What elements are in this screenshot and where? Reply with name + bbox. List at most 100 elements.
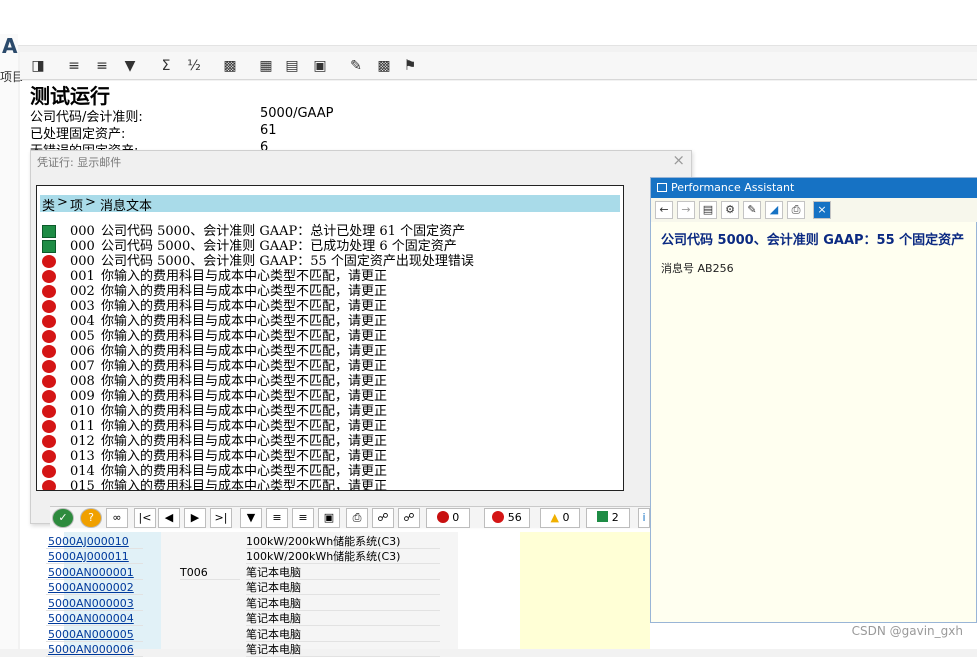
- back-icon[interactable]: ←: [655, 201, 673, 219]
- confirm-icon[interactable]: ✓: [52, 508, 74, 528]
- info-icon[interactable]: i: [638, 508, 650, 528]
- detail-icon[interactable]: ◨: [28, 56, 48, 76]
- header-type[interactable]: 类: [42, 195, 55, 214]
- assistant-titlebar: Performance Assistant: [651, 178, 977, 198]
- list-item[interactable]: 013 你输入的费用科目与成本中心类型不匹配，请更正: [37, 449, 623, 464]
- glasses-icon[interactable]: ∞: [106, 508, 128, 528]
- table-row-key[interactable]: 5000AN000004: [46, 611, 143, 626]
- print-icon[interactable]: ⎙: [787, 201, 805, 219]
- list-item[interactable]: 008 你输入的费用科目与成本中心类型不匹配，请更正: [37, 374, 623, 389]
- long-text-icon[interactable]: ✎: [743, 201, 761, 219]
- table-row-key[interactable]: 5000AN000001: [46, 565, 143, 580]
- success-filter-button[interactable]: 2: [586, 508, 630, 528]
- message-number: 008: [70, 374, 95, 389]
- error-filter-button[interactable]: 56: [484, 508, 530, 528]
- graphic-icon[interactable]: ▩: [374, 56, 394, 76]
- list-item[interactable]: 003 你输入的费用科目与成本中心类型不匹配，请更正: [37, 299, 623, 314]
- layout-icon[interactable]: ▣: [318, 508, 340, 528]
- list-item[interactable]: 000 公司代码 5000、会计准则 GAAP：已成功处理 6 个固定资产: [37, 239, 623, 254]
- select-layout-icon[interactable]: ▣: [310, 56, 330, 76]
- technical-info-icon[interactable]: ▤: [699, 201, 717, 219]
- filter-icon[interactable]: ▼: [120, 56, 140, 76]
- message-number: 010: [70, 404, 95, 419]
- list-item[interactable]: 002 你输入的费用科目与成本中心类型不匹配，请更正: [37, 284, 623, 299]
- first-page-icon[interactable]: |<: [134, 508, 156, 528]
- next-page-icon[interactable]: ▶: [184, 508, 206, 528]
- close-icon[interactable]: ×: [813, 201, 831, 219]
- list-item[interactable]: 010 你输入的费用科目与成本中心类型不匹配，请更正: [37, 404, 623, 419]
- sort-ascending-icon[interactable]: ≡: [64, 56, 84, 76]
- assistant-heading: 公司代码 5000、会计准则 GAAP：55 个固定资产: [661, 233, 965, 248]
- table-row-key[interactable]: 5000AN000005: [46, 627, 143, 642]
- info-icon[interactable]: ⚑: [400, 56, 420, 76]
- error-count: 56: [507, 511, 522, 524]
- table-row-key[interactable]: 5000AN000003: [46, 596, 143, 611]
- error-icon: [42, 420, 56, 433]
- dialog-title: 凭证行: 显示邮件: [37, 156, 122, 169]
- list-item[interactable]: 007 你输入的费用科目与成本中心类型不匹配，请更正: [37, 359, 623, 374]
- list-item[interactable]: 000 公司代码 5000、会计准则 GAAP：55 个固定资产出现处理错误: [37, 254, 623, 269]
- help-icon[interactable]: ?: [80, 508, 102, 528]
- message-number-label: 消息号 AB256: [661, 262, 734, 275]
- print-preview-icon[interactable]: ▩: [220, 56, 240, 76]
- list-item[interactable]: 014 你输入的费用科目与成本中心类型不匹配，请更正: [37, 464, 623, 479]
- message-text: 你输入的费用科目与成本中心类型不匹配，请更正: [101, 314, 388, 329]
- assistant-title: Performance Assistant: [671, 181, 795, 194]
- list-item[interactable]: 006 你输入的费用科目与成本中心类型不匹配，请更正: [37, 344, 623, 359]
- filter-icon[interactable]: ▼: [240, 508, 262, 528]
- layout-icon[interactable]: ▦: [256, 56, 276, 76]
- subtotal-icon[interactable]: ½: [184, 56, 204, 76]
- message-number: 014: [70, 464, 95, 479]
- stop-filter-button[interactable]: 0: [426, 508, 470, 528]
- sort-ascending-icon[interactable]: ≡: [266, 508, 288, 528]
- find-next-icon[interactable]: ☍: [398, 508, 420, 528]
- close-icon[interactable]: ×: [672, 151, 685, 169]
- warning-count: 0: [562, 511, 570, 524]
- last-page-icon[interactable]: >|: [210, 508, 232, 528]
- error-icon: [42, 330, 56, 343]
- header-item[interactable]: 项: [70, 195, 83, 214]
- sort-descending-icon[interactable]: ≡: [92, 56, 112, 76]
- list-item[interactable]: 011 你输入的费用科目与成本中心类型不匹配，请更正: [37, 419, 623, 434]
- table-row-key[interactable]: 5000AN000006: [46, 642, 143, 657]
- list-item[interactable]: 001 你输入的费用科目与成本中心类型不匹配，请更正: [37, 269, 623, 284]
- list-item[interactable]: 004 你输入的费用科目与成本中心类型不匹配，请更正: [37, 314, 623, 329]
- bookmark-icon[interactable]: ◢: [765, 201, 783, 219]
- list-item[interactable]: 012 你输入的费用科目与成本中心类型不匹配，请更正: [37, 434, 623, 449]
- message-number: 000: [70, 224, 95, 239]
- message-number: 003: [70, 299, 95, 314]
- list-item[interactable]: 015 你输入的费用科目与成本中心类型不匹配，请更正: [37, 479, 623, 490]
- list-item[interactable]: 000 公司代码 5000、会计准则 GAAP：总计已处理 61 个固定资产: [37, 224, 623, 239]
- success-icon: [597, 511, 609, 522]
- table-row-key[interactable]: 5000AJ000010: [46, 534, 143, 549]
- message-text: 公司代码 5000、会计准则 GAAP：55 个固定资产出现处理错误: [101, 254, 474, 269]
- table-row-desc: 100kW/200kWh储能系统(C3): [246, 534, 440, 549]
- table-row-key[interactable]: 5000AN000002: [46, 580, 143, 595]
- header-text[interactable]: 消息文本: [100, 195, 152, 214]
- page-title: 测试运行: [30, 84, 110, 108]
- list-item[interactable]: 005 你输入的费用科目与成本中心类型不匹配，请更正: [37, 329, 623, 344]
- message-text: 你输入的费用科目与成本中心类型不匹配，请更正: [101, 434, 388, 449]
- message-log-dialog: 凭证行: 显示邮件 × 类 > 项 > 消息文本 000 公司代码 5000、会…: [30, 150, 692, 524]
- export-icon[interactable]: ✎: [346, 56, 366, 76]
- table-row-desc: 笔记本电脑: [246, 580, 440, 595]
- error-icon: [42, 435, 56, 448]
- stop-count: 0: [452, 511, 460, 524]
- warning-filter-button[interactable]: ▲ 0: [540, 508, 580, 528]
- find-icon[interactable]: ☍: [372, 508, 394, 528]
- message-text: 你输入的费用科目与成本中心类型不匹配，请更正: [101, 374, 388, 389]
- forward-icon[interactable]: →: [677, 201, 695, 219]
- sort-descending-icon[interactable]: ≡: [292, 508, 314, 528]
- sum-icon[interactable]: Σ: [156, 56, 176, 76]
- previous-page-icon[interactable]: ◀: [158, 508, 180, 528]
- message-text: 你输入的费用科目与成本中心类型不匹配，请更正: [101, 464, 388, 479]
- message-number: 012: [70, 434, 95, 449]
- change-layout-icon[interactable]: ▤: [282, 56, 302, 76]
- list-item[interactable]: 009 你输入的费用科目与成本中心类型不匹配，请更正: [37, 389, 623, 404]
- table-row-key[interactable]: 5000AJ000011: [46, 549, 143, 564]
- tools-icon[interactable]: ⚙: [721, 201, 739, 219]
- message-text: 你输入的费用科目与成本中心类型不匹配，请更正: [101, 404, 388, 419]
- print-icon[interactable]: ⎙: [346, 508, 368, 528]
- table-row-desc: 笔记本电脑: [246, 565, 440, 580]
- window-icon: [657, 183, 667, 192]
